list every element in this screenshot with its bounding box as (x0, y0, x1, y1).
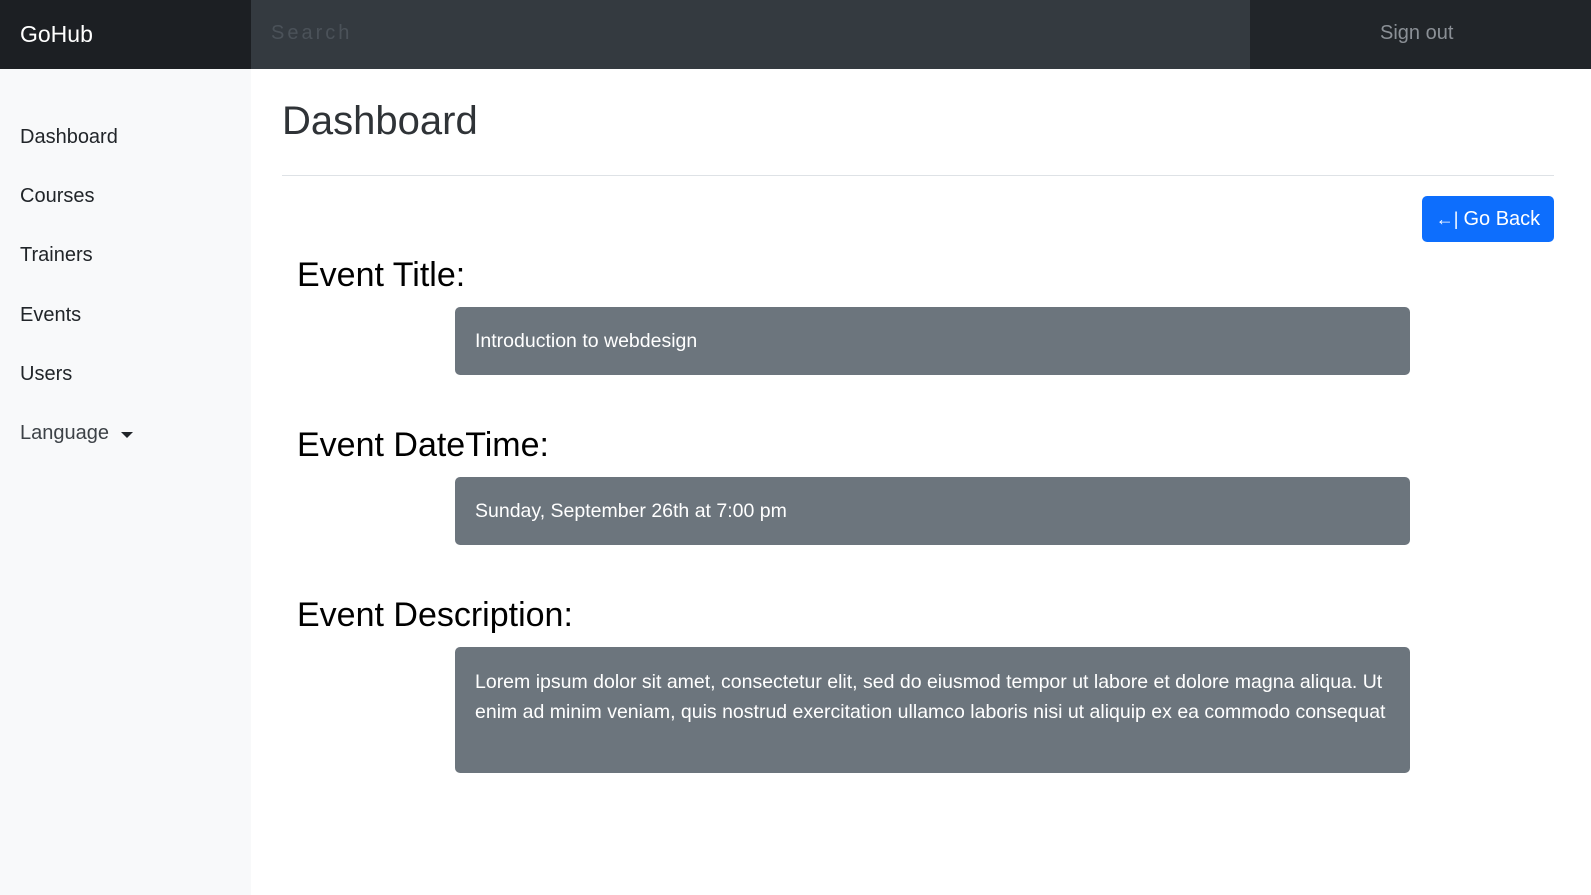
page-title: Dashboard (282, 99, 478, 143)
event-description-heading: Event Description: (297, 596, 573, 634)
arrow-left-bar-icon: ←| (1435, 208, 1459, 229)
go-back-label: Go Back (1463, 207, 1541, 230)
sign-out-link[interactable]: Sign out (1380, 22, 1453, 45)
sidebar-item-label: Users (20, 362, 73, 385)
sidebar-item-label: Dashboard (20, 126, 118, 149)
sidebar-item-label: Trainers (20, 244, 93, 267)
sidebar-item-courses[interactable]: Courses (0, 167, 251, 226)
event-title-heading: Event Title: (297, 256, 466, 294)
event-datetime-value: Sunday, September 26th at 7:00 pm (455, 477, 1410, 545)
go-back-button[interactable]: ←| Go Back (1422, 196, 1554, 242)
event-title-value: Introduction to webdesign (455, 307, 1410, 375)
language-label: Language (20, 422, 109, 445)
sidebar-item-events[interactable]: Events (0, 286, 251, 345)
language-dropdown[interactable]: Language (0, 404, 251, 463)
sidebar-item-label: Courses (20, 185, 95, 208)
sidebar-item-label: Events (20, 303, 82, 326)
sidebar-item-trainers[interactable]: Trainers (0, 226, 251, 285)
event-description-value: Lorem ipsum dolor sit amet, consectetur … (455, 647, 1410, 773)
title-divider (282, 175, 1554, 176)
sidebar-item-dashboard[interactable]: Dashboard (0, 108, 251, 167)
main-content: Dashboard ←| Go Back Event Title: Introd… (251, 69, 1591, 895)
sidebar-menu: Dashboard Courses Trainers Events Users … (0, 69, 251, 463)
search-input[interactable] (251, 0, 1250, 69)
event-datetime-heading: Event DateTime: (297, 426, 549, 464)
brand-logo[interactable]: GoHub (0, 0, 251, 69)
sidebar-item-users[interactable]: Users (0, 345, 251, 404)
caret-down-icon (120, 431, 133, 438)
top-navbar: GoHub Sign out (0, 0, 1591, 69)
signout-container: Sign out (1250, 0, 1591, 69)
sidebar: Dashboard Courses Trainers Events Users … (0, 69, 251, 895)
